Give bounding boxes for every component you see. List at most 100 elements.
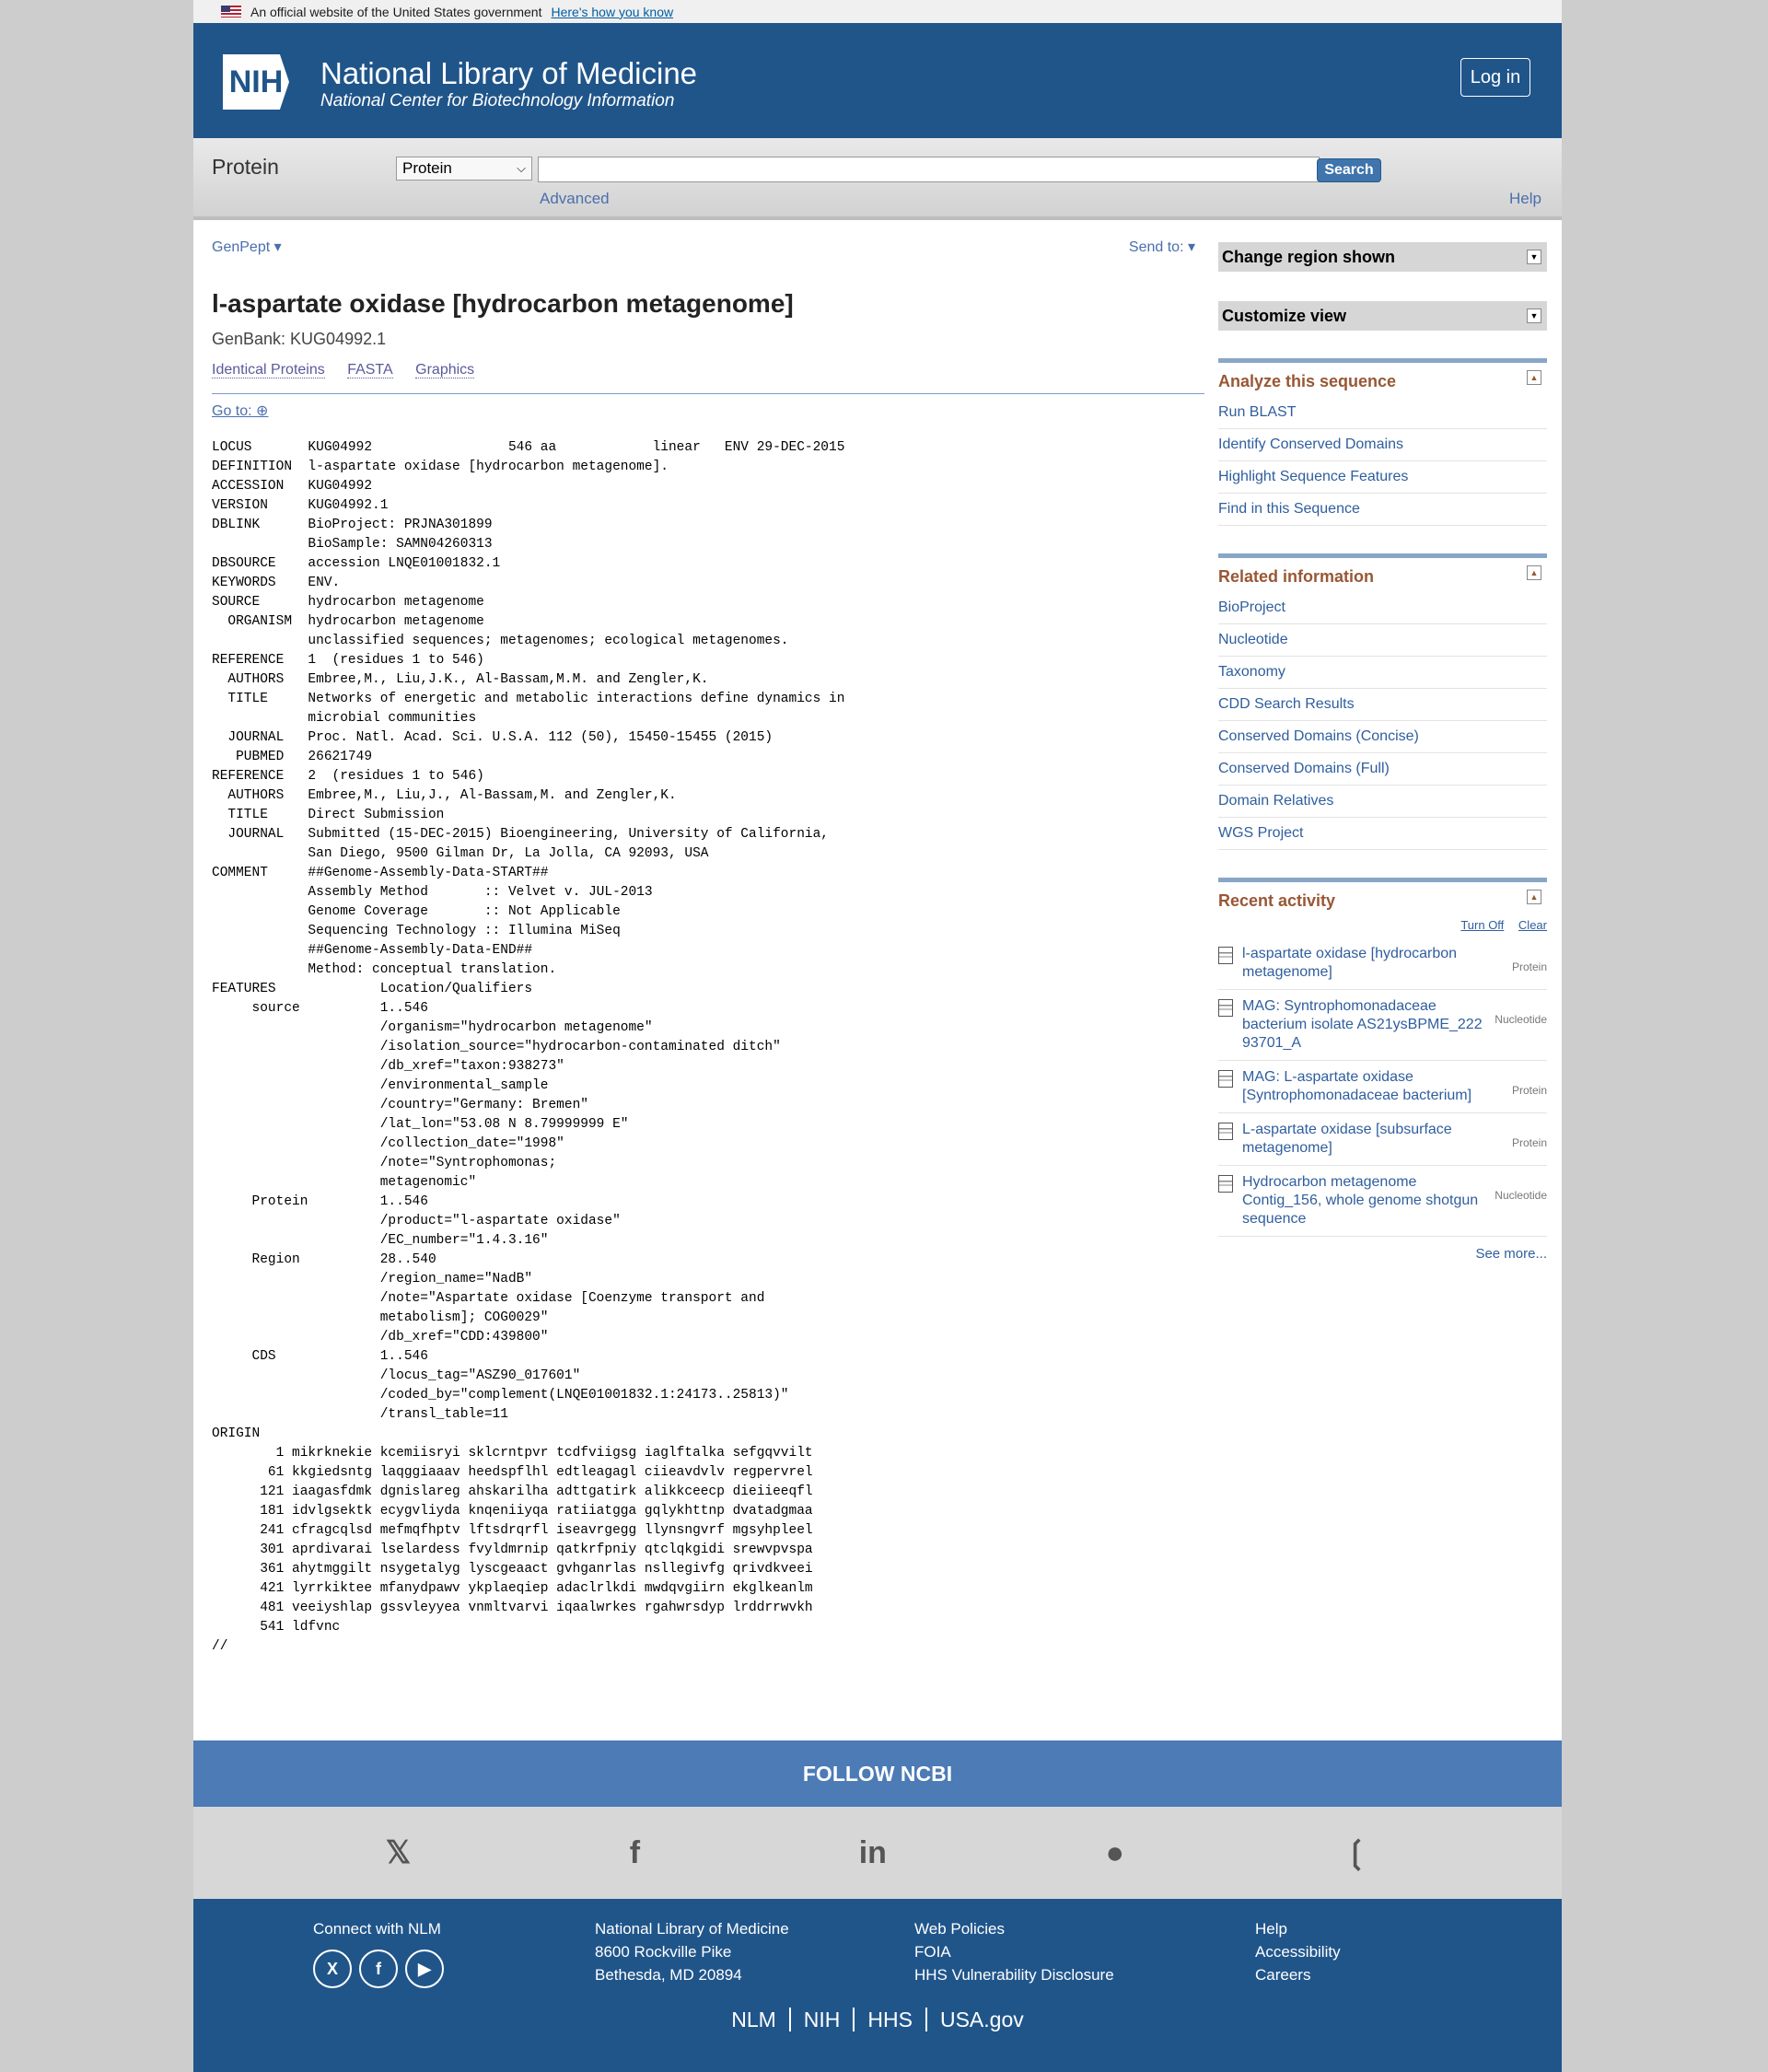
hhs-link[interactable]: HHS [858,2008,922,2031]
facebook-icon[interactable]: f [630,1835,640,1871]
find-in-sequence-link[interactable]: Find in this Sequence [1218,494,1547,526]
related-title: Related information ▲ [1218,558,1547,592]
advanced-search-link[interactable]: Advanced [540,190,610,208]
graphics-link[interactable]: Graphics [415,362,475,378]
address-line: Bethesda, MD 20894 [595,1966,742,1984]
clear-link[interactable]: Clear [1518,918,1547,932]
analyze-section: Analyze this sequence ▲ Run BLAST Identif… [1218,358,1547,526]
footer-link[interactable]: Web Policies [914,1917,1114,1940]
customize-view-portlet[interactable]: Customize view ▼ [1218,301,1547,331]
linkedin-icon[interactable]: in [859,1835,887,1871]
footer-link[interactable]: Careers [1255,1963,1341,1986]
divider [212,393,1204,394]
view-links: Identical Proteins FASTA Graphics [212,362,1204,378]
recent-item-text[interactable]: MAG: L-aspartate oxidase [Syntrophomonad… [1242,1068,1491,1105]
sidebar: Change region shown ▼ Customize view ▼ Ana… [1218,242,1547,1262]
recent-item[interactable]: MAG: L-aspartate oxidase [Syntrophomonad… [1218,1061,1547,1113]
nlm-title[interactable]: National Library of Medicine [320,56,697,91]
related-link[interactable]: BioProject [1218,592,1547,624]
site-header: NIH National Library of Medicine Nationa… [193,23,1562,138]
identical-proteins-link[interactable]: Identical Proteins [212,362,325,378]
related-link[interactable]: Taxonomy [1218,657,1547,689]
youtube-icon[interactable]: ▶ [405,1950,444,1988]
recent-item-text[interactable]: Hydrocarbon metagenome Contig_156, whole… [1242,1173,1491,1228]
nlm-link[interactable]: NLM [722,2008,785,2031]
login-button[interactable]: Log in [1460,58,1530,97]
change-region-label: Change region shown [1222,247,1396,266]
document-icon [1218,1070,1233,1088]
x-icon[interactable]: X [313,1950,352,1988]
record-line: SOURCE hydrocarbon metagenome [212,595,484,610]
heres-how-you-know-link[interactable]: Here's how you know [551,5,673,19]
footer-link[interactable]: FOIA [914,1940,1114,1963]
analyze-title-text: Analyze this sequence [1218,372,1397,390]
record-line: Protein 1..546 [212,1194,428,1209]
recent-activity-section: Recent activity ▲ Turn Off Clear l-aspart… [1218,878,1547,1262]
nih-logo[interactable]: NIH [223,54,289,110]
record-line: /locus_tag="ASZ90_017601" [212,1368,581,1383]
expand-icon[interactable]: ▼ [1527,308,1541,323]
recent-item-text[interactable]: l-aspartate oxidase [hydrocarbon metagen… [1242,945,1472,982]
usagov-link[interactable]: USA.gov [931,2008,1033,2031]
database-select[interactable]: Protein ⌵ [396,157,532,180]
related-link[interactable]: CDD Search Results [1218,689,1547,721]
footer-link[interactable]: HHS Vulnerability Disclosure [914,1963,1114,1986]
help-column: Help Accessibility Careers [1255,1917,1341,1986]
social-links: 𝕏 f in ● ❲ [193,1807,1562,1899]
record-line: Genome Coverage :: Not Applicable [212,904,621,919]
recent-item-text[interactable]: MAG: Syntrophomonadaceae bacterium isola… [1242,997,1491,1053]
collapse-icon[interactable]: ▲ [1527,890,1541,904]
goto-link[interactable]: Go to: ⊕ [212,402,1204,420]
turn-off-link[interactable]: Turn Off [1460,918,1504,932]
related-link[interactable]: Conserved Domains (Full) [1218,753,1547,786]
database-select-value: Protein [402,159,452,177]
collapse-icon[interactable]: ▲ [1527,565,1541,580]
recent-item[interactable]: l-aspartate oxidase [hydrocarbon metagen… [1218,937,1547,990]
recent-item[interactable]: MAG: Syntrophomonadaceae bacterium isola… [1218,990,1547,1061]
fasta-link[interactable]: FASTA [347,362,393,378]
collapse-icon[interactable]: ▲ [1527,370,1541,385]
record-line: AUTHORS Embree,M., Liu,J.K., Al-Bassam,M… [212,672,709,687]
change-region-portlet[interactable]: Change region shown ▼ [1218,242,1547,272]
highlight-features-link[interactable]: Highlight Sequence Features [1218,461,1547,494]
help-link[interactable]: Help [1509,190,1541,208]
record-line: 541 ldfvnc [212,1620,341,1635]
identify-conserved-domains-link[interactable]: Identify Conserved Domains [1218,429,1547,461]
record-line: 301 aprdivarai lselardess fvyldmrnip qat… [212,1542,813,1557]
format-dropdown[interactable]: GenPept ▾ [212,239,282,255]
recent-item[interactable]: L-aspartate oxidase [subsurface metageno… [1218,1113,1547,1166]
x-icon[interactable]: 𝕏 [386,1834,411,1871]
facebook-icon[interactable]: f [359,1950,398,1988]
genpept-record: LOCUS KUG04992 546 aa linear ENV 29-DEC-… [212,438,1204,1657]
recent-item-tag: Nucleotide [1495,1189,1547,1202]
record-line: /note="Syntrophomonas; [212,1156,557,1170]
related-link[interactable]: Nucleotide [1218,624,1547,657]
record-line: ##Genome-Assembly-Data-END## [212,943,533,958]
gov-banner-text: An official website of the United States… [250,4,542,19]
footer-link[interactable]: Accessibility [1255,1940,1341,1963]
record-line: KEYWORDS ENV. [212,576,341,590]
related-link[interactable]: WGS Project [1218,818,1547,850]
recent-item[interactable]: Hydrocarbon metagenome Contig_156, whole… [1218,1166,1547,1237]
search-input[interactable] [538,157,1320,182]
nih-link[interactable]: NIH [795,2008,850,2031]
related-link[interactable]: Conserved Domains (Concise) [1218,721,1547,753]
footer-link[interactable]: Help [1255,1917,1341,1940]
send-to-dropdown[interactable]: Send to: ▾ [1129,238,1195,256]
related-link[interactable]: Domain Relatives [1218,786,1547,818]
document-icon [1218,1175,1233,1193]
expand-icon[interactable]: ▼ [1527,250,1541,264]
record-line: Region 28..540 [212,1252,436,1267]
search-button[interactable]: Search [1317,158,1381,182]
document-icon [1218,947,1233,964]
github-icon[interactable]: ● [1106,1835,1125,1871]
record-line: 361 ahytmggilt nsygetalyg lyscgeaact gvh… [212,1562,813,1577]
gov-banner: An official website of the United States… [193,0,1562,23]
see-more-link[interactable]: See more... [1218,1237,1547,1262]
record-line: /organism="hydrocarbon metagenome" [212,1020,653,1035]
recent-item-tag: Protein [1511,1084,1547,1097]
rss-icon[interactable]: ❲ [1343,1834,1370,1871]
recent-item-text[interactable]: L-aspartate oxidase [subsurface metageno… [1242,1121,1472,1158]
record-line: microbial communities [212,711,477,726]
run-blast-link[interactable]: Run BLAST [1218,397,1547,429]
